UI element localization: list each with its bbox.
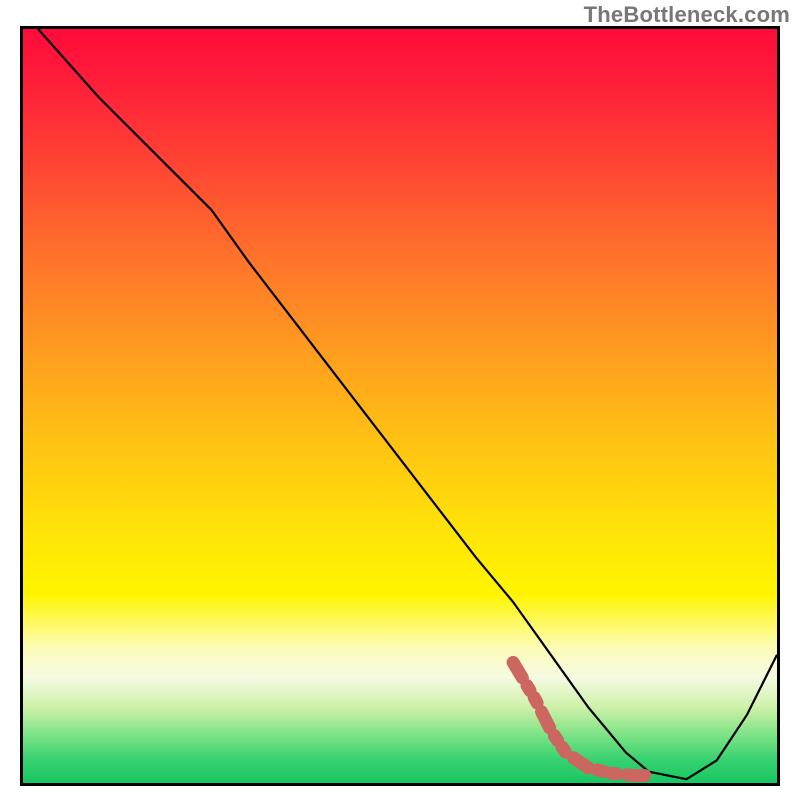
black-curve-line xyxy=(38,29,777,779)
attribution-label: TheBottleneck.com xyxy=(584,2,790,28)
red-accent-line xyxy=(513,662,649,775)
chart-svg xyxy=(23,29,777,783)
chart-container: TheBottleneck.com xyxy=(0,0,800,800)
plot-area xyxy=(20,26,780,786)
